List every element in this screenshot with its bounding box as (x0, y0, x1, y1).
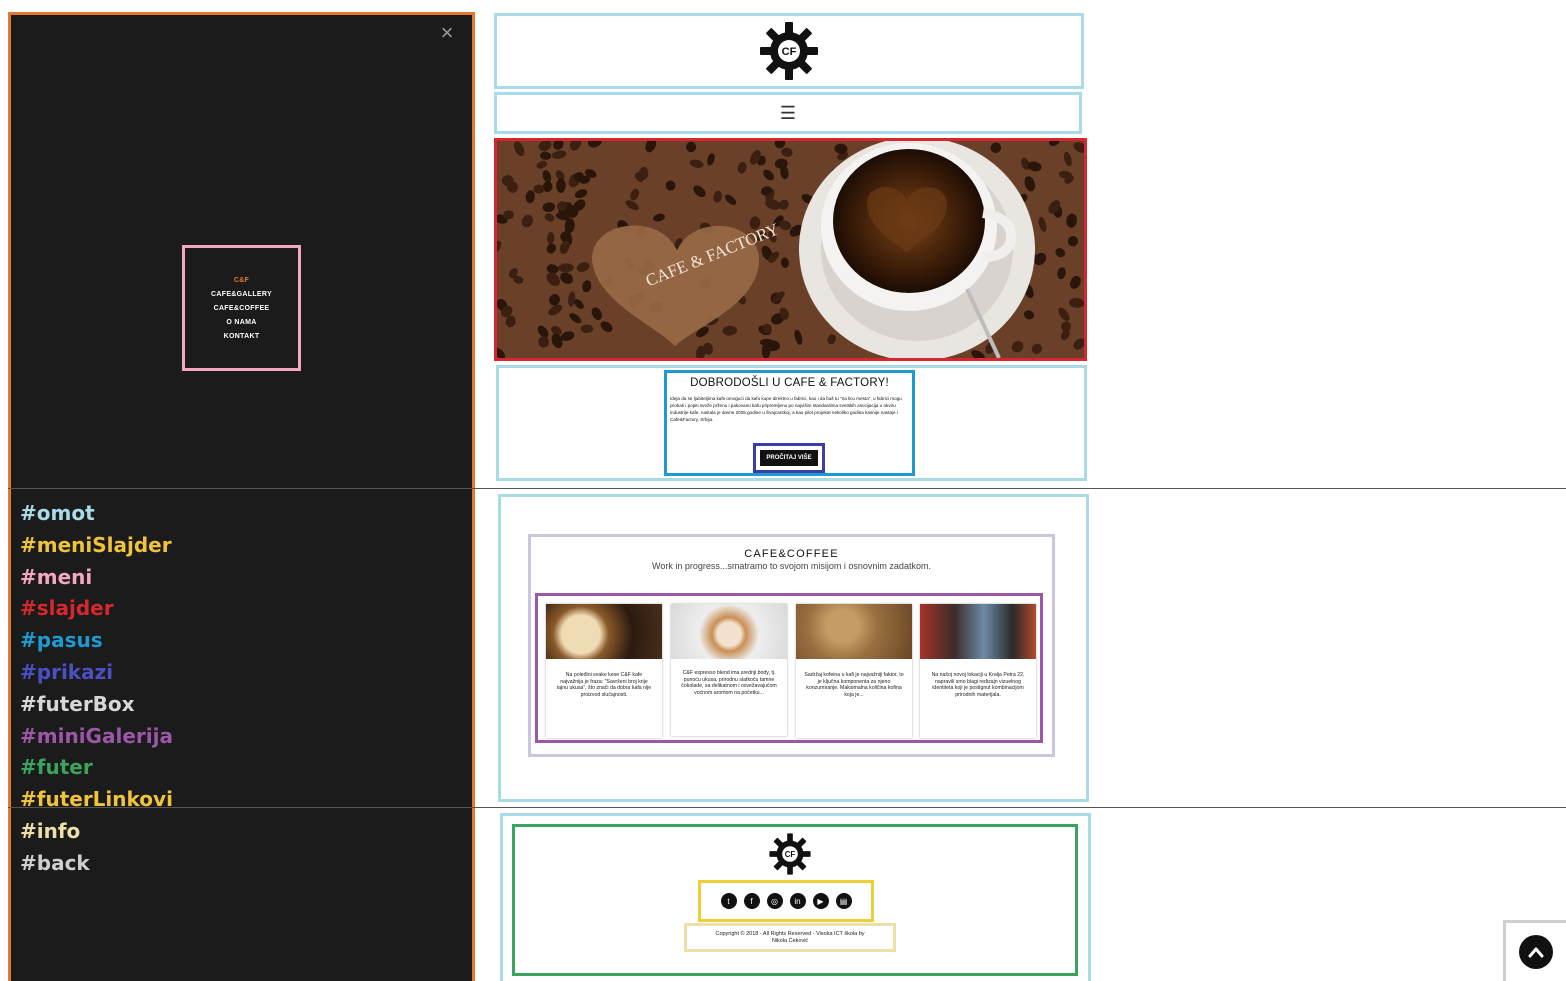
side-menu: C&F CAFE&GALLERY CAFE&COFFEE O NAMA KONT… (182, 245, 301, 371)
back-to-top-button[interactable] (1519, 935, 1553, 969)
copyright-text: Copyright © 2018 - All Rights Reserved -… (715, 931, 865, 944)
divider (8, 488, 1566, 489)
read-more-button[interactable]: PROČITAJ VIŠE (760, 450, 818, 466)
gallery-card-image (920, 604, 1036, 659)
read-more-box: PROČITAJ VIŠE (753, 443, 825, 473)
legend-item: #meni (20, 564, 93, 589)
gallery-card[interactable]: Na poleđini svake kese C&F kafe najvažni… (546, 604, 662, 738)
coffee-section-title: CAFE&COFFEE (744, 548, 839, 560)
header-logo-box: CF (494, 13, 1084, 89)
legend-item: #omot (20, 501, 95, 525)
coffee-bean (556, 178, 566, 193)
legend-item: #futerLinkovi (20, 787, 173, 812)
gallery-card-image (796, 604, 912, 659)
footer-social-links: t f ◎ in ▶ ▤ (698, 880, 874, 922)
chevron-up-icon (1528, 947, 1544, 958)
gear-logo-icon[interactable]: CF (758, 20, 820, 82)
gallery-card-text: Sadržaj kofeina u kafi je najvažniji fak… (804, 672, 904, 698)
hamburger-menu-icon[interactable]: ☰ (780, 103, 796, 124)
gear-logo-icon[interactable]: CF (768, 832, 812, 876)
gallery-card[interactable]: Sadržaj kofeina u kafi je najvažniji fak… (796, 604, 912, 738)
youtube-icon[interactable]: ▶ (812, 893, 829, 909)
legend-item: #miniGalerija (20, 723, 173, 748)
legend-item: #prikazi (20, 659, 114, 684)
legend-item: #futer (20, 755, 93, 780)
welcome-text: Ideja da se ljubiteljima kafe omogući da… (670, 396, 902, 422)
footer-info: Copyright © 2018 - All Rights Reserved -… (684, 923, 896, 952)
legend-item: #meniSlajder (20, 532, 172, 557)
mini-gallery: Na poleđini svake kese C&F kafe najvažni… (535, 593, 1043, 743)
footer-logo-text: CF (785, 850, 796, 859)
gallery-card-text: Na našoj novoj lokaciji u Kralja Petra 2… (931, 672, 1025, 698)
facebook-icon[interactable]: f (743, 893, 760, 909)
menu-slider-bar: ☰ (494, 92, 1082, 134)
legend: #omot #meniSlajder #meni #slajder #pasus… (20, 499, 460, 881)
legend-item: #futerBox (20, 691, 135, 716)
twitter-icon[interactable]: t (720, 893, 737, 909)
back-to-top-box (1503, 920, 1566, 981)
legend-item: #pasus (20, 628, 103, 653)
slider[interactable]: CAFE & FACTORY (494, 138, 1087, 361)
menu-item-about[interactable]: O NAMA (226, 319, 256, 326)
menu-item-coffee[interactable]: CAFE&COFFEE (214, 305, 270, 312)
linkedin-icon[interactable]: in (789, 893, 806, 909)
legend-item: #slajder (20, 596, 114, 621)
instagram-icon[interactable]: ◎ (766, 893, 783, 909)
logo-text: CF (782, 46, 797, 58)
document-icon[interactable]: ▤ (835, 893, 852, 909)
menu-item-home[interactable]: C&F (234, 277, 249, 284)
gallery-card-image (671, 604, 787, 659)
menu-item-contact[interactable]: KONTAKT (224, 333, 260, 340)
coffee-section-subtitle: Work in progress...smatramo to svojom mi… (652, 561, 931, 571)
gallery-card-text: Na poleđini svake kese C&F kafe najvažni… (556, 672, 652, 698)
gallery-card-image (546, 604, 662, 659)
coffee-heart-image: CAFE & FACTORY (497, 141, 1084, 358)
menu-item-gallery[interactable]: CAFE&GALLERY (211, 291, 272, 298)
gallery-card-text: C&F espresso blend ima srednji body, tj.… (681, 670, 777, 696)
gallery-card[interactable]: C&F espresso blend ima srednji body, tj.… (671, 604, 787, 736)
close-icon[interactable]: × (436, 20, 458, 46)
gallery-card[interactable]: Na našoj novoj lokaciji u Kralja Petra 2… (920, 604, 1036, 738)
legend-item: #info (20, 818, 81, 843)
legend-item: #back (20, 850, 90, 875)
welcome-title: DOBRODOŠLI U CAFE & FACTORY! (690, 377, 889, 389)
